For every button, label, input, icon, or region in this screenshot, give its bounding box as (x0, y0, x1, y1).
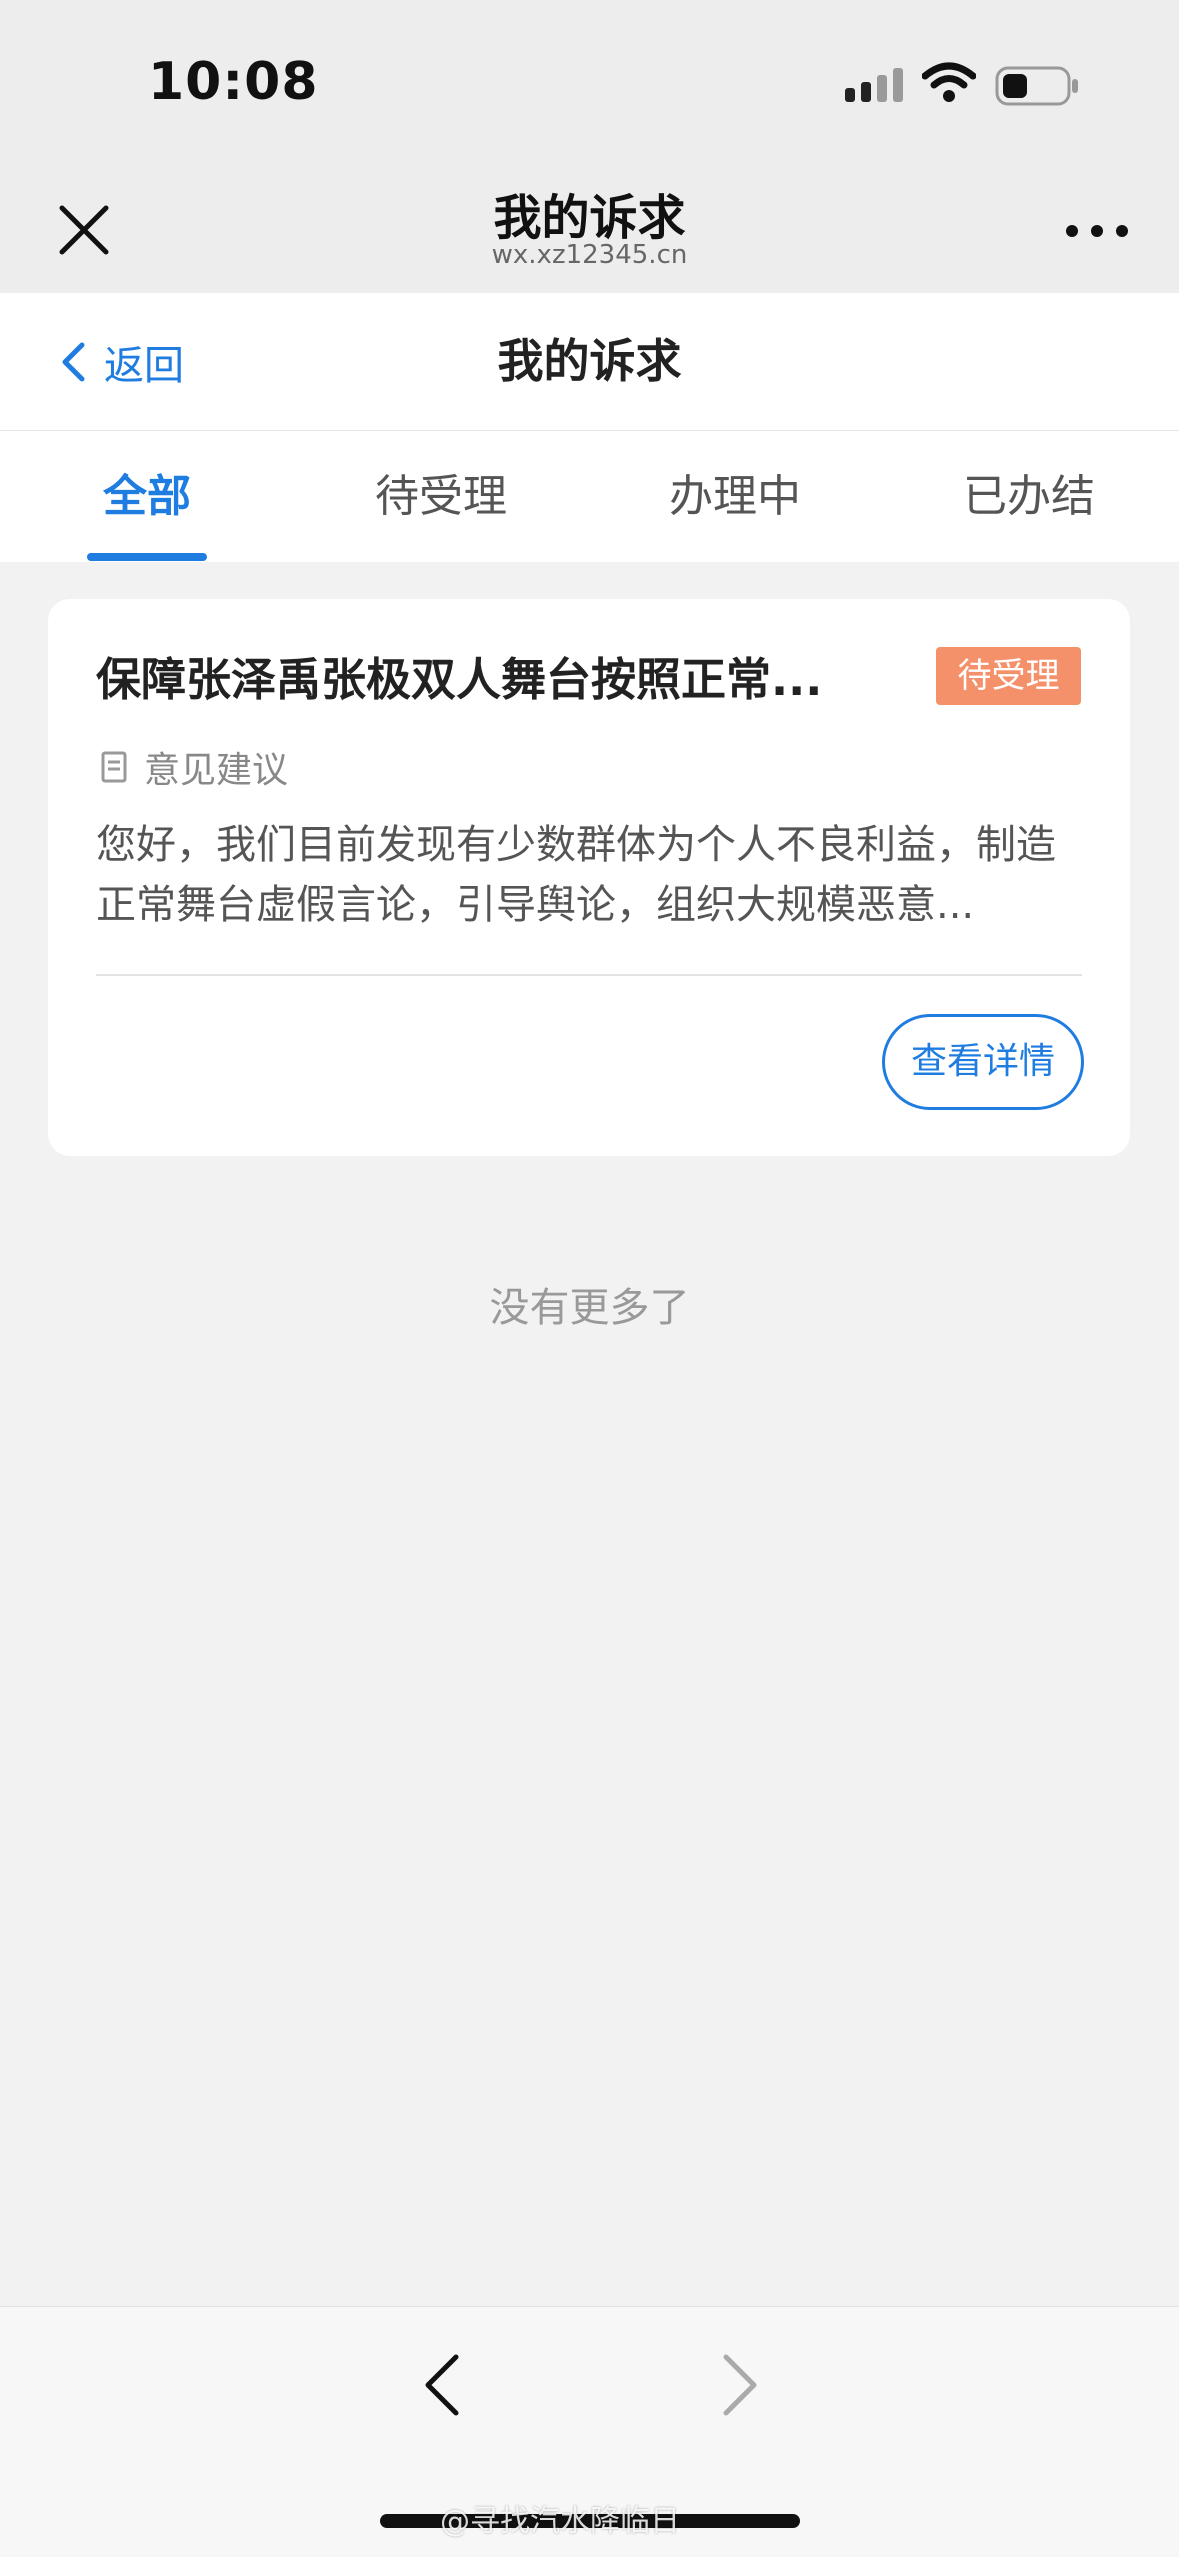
status-time: 10:08 (148, 52, 319, 112)
tab-all[interactable]: 全部 (0, 431, 294, 562)
category-label: 意见建议 (144, 750, 289, 791)
petition-category: 意见建议 (100, 741, 288, 793)
petition-title: 保障张泽禹张极双人舞台按照正常... (96, 653, 823, 706)
tab-completed[interactable]: 已办结 (882, 431, 1176, 562)
active-tab-indicator (87, 553, 207, 561)
cellular-signal-icon (845, 68, 903, 102)
view-details-button[interactable]: 查看详情 (882, 1014, 1084, 1110)
card-divider (96, 974, 1082, 976)
tab-pending[interactable]: 待受理 (294, 431, 588, 562)
petition-description: 您好，我们目前发现有少数群体为个人不良利益，制造正常舞台虚假言论，引导舆论，组织… (96, 822, 1056, 928)
page-header: 返回 我的诉求 (0, 293, 1179, 431)
tab-in-progress[interactable]: 办理中 (588, 431, 882, 562)
browser-url: wx.xz12345.cn (491, 240, 688, 270)
browser-title: 我的诉求 (493, 190, 686, 246)
battery-icon (995, 66, 1078, 106)
no-more-text: 没有更多了 (489, 1285, 690, 1331)
more-icon[interactable] (1062, 216, 1132, 246)
status-tabs: 全部 待受理 办理中 已办结 (0, 431, 1179, 562)
chevron-right-icon[interactable] (716, 2349, 766, 2421)
chevron-left-icon[interactable] (416, 2349, 466, 2421)
status-bar: 10:08 (0, 0, 1179, 160)
wifi-icon (922, 62, 976, 102)
page-title: 我的诉求 (497, 334, 682, 388)
petition-card[interactable]: 保障张泽禹张极双人舞台按照正常... 待受理 意见建议 您好，我们目前发现有少数… (48, 599, 1130, 1156)
watermark: @寻找汽水降临日 (440, 2504, 680, 2539)
document-icon (101, 751, 127, 783)
status-badge: 待受理 (936, 647, 1081, 705)
browser-bar: 我的诉求 wx.xz12345.cn (0, 160, 1179, 293)
